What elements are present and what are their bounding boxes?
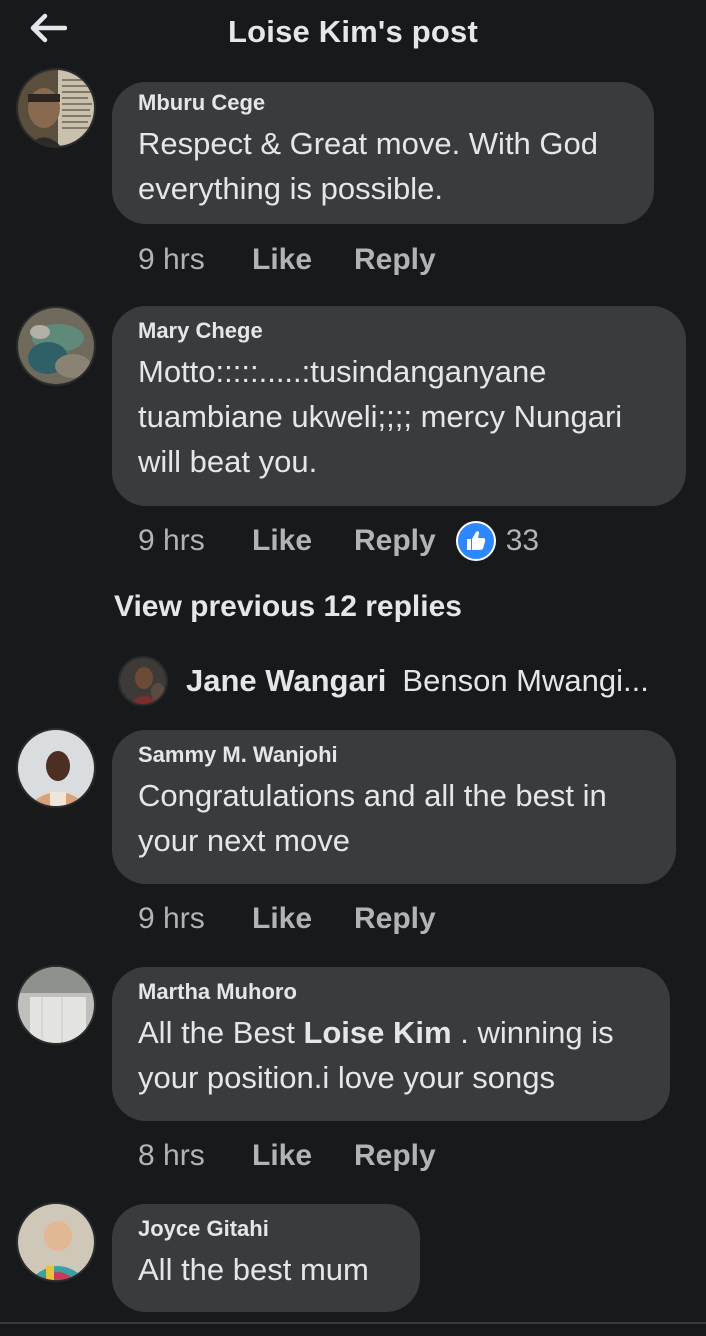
reply-button[interactable]: Reply xyxy=(354,243,436,277)
comment-author[interactable]: Mary Chege xyxy=(138,318,660,343)
comment-actions: 9 hrs Like Reply xyxy=(138,899,456,939)
divider xyxy=(0,1322,706,1324)
header: Loise Kim's post xyxy=(0,0,706,70)
comment-bubble[interactable]: Martha Muhoro All the Best Loise Kim . w… xyxy=(112,967,670,1121)
reply-author[interactable]: Jane Wangari xyxy=(186,663,386,699)
comment-time[interactable]: 8 hrs xyxy=(138,1139,252,1173)
comment-bubble[interactable]: Joyce Gitahi All the best mum xyxy=(112,1204,420,1312)
like-button[interactable]: Like xyxy=(252,524,354,558)
reply-button[interactable]: Reply xyxy=(354,1139,436,1173)
avatar[interactable] xyxy=(16,306,96,386)
avatar[interactable] xyxy=(16,965,96,1045)
comment-time[interactable]: 9 hrs xyxy=(138,902,252,936)
comment-time[interactable]: 9 hrs xyxy=(138,243,252,277)
comment-bubble[interactable]: Mary Chege Motto:::::.....:tusindanganya… xyxy=(112,306,686,506)
comment-actions: 9 hrs Like Reply 33 xyxy=(138,521,539,561)
comment-text: Congratulations and all the best in your… xyxy=(138,778,607,859)
reaction-count: 33 xyxy=(505,524,540,557)
page-title: Loise Kim's post xyxy=(227,14,478,49)
comment-author[interactable]: Mburu Cege xyxy=(138,90,628,115)
avatar[interactable] xyxy=(118,656,168,706)
reply-text: Benson Mwangi... xyxy=(402,663,649,698)
like-button[interactable]: Like xyxy=(252,1139,354,1173)
comment-bubble[interactable]: Mburu Cege Respect & Great move. With Go… xyxy=(112,82,654,224)
comment-text: All the Best Loise Kim . winning is your… xyxy=(138,1010,644,1100)
comment-actions: 8 hrs Like Reply xyxy=(138,1136,456,1176)
comment-actions: 9 hrs Like Reply xyxy=(138,240,456,280)
comment-author[interactable]: Sammy M. Wanjohi xyxy=(138,742,650,767)
avatar[interactable] xyxy=(16,68,96,148)
comment-time[interactable]: 9 hrs xyxy=(138,524,252,558)
view-previous-replies-link[interactable]: View previous 12 replies xyxy=(114,590,462,624)
reaction-summary[interactable]: 33 xyxy=(455,521,540,561)
comment-text-start: All the Best xyxy=(138,1015,295,1051)
like-button[interactable]: Like xyxy=(252,243,354,277)
comment-text: All the best mum xyxy=(138,1252,369,1288)
reply-preview[interactable]: Jane Wangari Benson Mwangi... xyxy=(118,654,649,708)
comment-bubble[interactable]: Sammy M. Wanjohi Congratulations and all… xyxy=(112,730,676,884)
thumbs-up-icon xyxy=(455,521,496,561)
comment-author[interactable]: Martha Muhoro xyxy=(138,979,644,1004)
avatar[interactable] xyxy=(16,728,96,808)
comment-author[interactable]: Joyce Gitahi xyxy=(138,1216,394,1241)
like-button[interactable]: Like xyxy=(252,902,354,936)
avatar[interactable] xyxy=(16,1202,96,1282)
comment-text: Respect & Great move. With God everythin… xyxy=(138,126,599,207)
reply-button[interactable]: Reply xyxy=(354,902,436,936)
post-comments-page: Loise Kim's post Mburu Cege Respect & Gr… xyxy=(0,0,706,1336)
reply-button[interactable]: Reply xyxy=(354,524,436,558)
comment-text: Motto:::::.....:tusindanganyane tuambian… xyxy=(138,354,623,480)
mention-link[interactable]: Loise Kim xyxy=(303,1015,451,1050)
